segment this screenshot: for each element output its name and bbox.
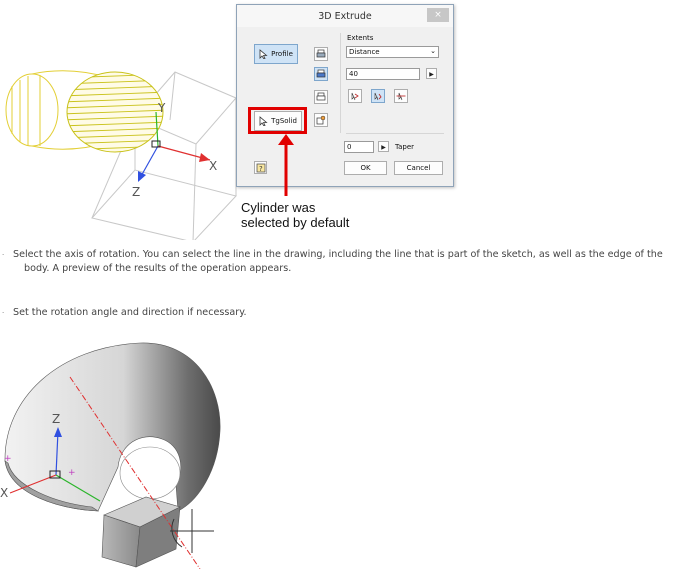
svg-text:+: + — [68, 468, 76, 478]
step-list-item: · Set the rotation angle and direction i… — [0, 306, 695, 322]
extents-label: Extents — [347, 34, 374, 42]
direction-both-icon — [396, 92, 406, 101]
distance-expand-button[interactable]: ▶ — [426, 68, 437, 79]
taper-label: Taper — [395, 143, 415, 151]
callout-line-2: selected by default — [241, 215, 350, 230]
printer-icon — [316, 92, 326, 101]
profile-label: Profile — [271, 50, 293, 58]
triangle-right-icon: ▶ — [429, 71, 434, 78]
taper-expand-button[interactable]: ▶ — [378, 141, 389, 152]
printer-icon — [316, 69, 326, 78]
profile-button[interactable]: Profile — [254, 44, 298, 64]
axis-label-z: Z — [132, 185, 140, 199]
direction-button-3[interactable] — [394, 89, 408, 103]
revolved-ring — [4, 342, 221, 512]
distance-value: 40 — [349, 70, 358, 78]
svg-text:+: + — [4, 454, 12, 464]
extrude-mode-button-1[interactable] — [314, 47, 328, 61]
close-button[interactable]: × — [427, 8, 449, 22]
extents-select[interactable]: Distance ⌄ — [346, 46, 439, 58]
ok-label: OK — [360, 164, 371, 172]
callout-highlight-box — [248, 107, 307, 134]
callout-arrow — [278, 134, 294, 196]
callout-text: Cylinder was selected by default — [241, 200, 401, 230]
direction-button-1[interactable] — [348, 89, 362, 103]
extents-selected-value: Distance — [349, 48, 380, 56]
wireframe-extrude-illustration: Y X Z — [5, 70, 237, 240]
step-text-line-1: Select the axis of rotation. You can sel… — [13, 249, 663, 260]
end-block — [101, 496, 181, 568]
svg-text:?: ? — [259, 165, 263, 173]
step-text-line-1: Set the rotation angle and direction if … — [13, 307, 247, 318]
step-list-item: · Select the axis of rotation. You can s… — [0, 248, 695, 278]
dialog-title: 3D Extrude — [318, 11, 372, 22]
help-icon: ? — [256, 163, 265, 173]
chevron-down-icon: ⌄ — [430, 47, 436, 55]
group-separator — [346, 133, 444, 134]
axis-label-z: Z — [52, 412, 60, 426]
extrude-dialog: 3D Extrude × Profile TgSolid ? Extents D… — [236, 4, 454, 187]
cursor-arrow-icon — [259, 49, 268, 59]
sketch-shape-icon — [316, 115, 326, 125]
hatched-profile-circle — [66, 71, 164, 153]
help-button[interactable]: ? — [254, 161, 267, 174]
bullet-dot-icon: · — [2, 251, 5, 259]
triangle-right-icon: ▶ — [381, 144, 386, 151]
taper-input[interactable]: 0 — [344, 141, 374, 153]
callout-line-1: Cylinder was — [241, 200, 316, 215]
bullet-dot-icon: · — [2, 309, 5, 317]
group-separator — [340, 33, 341, 133]
cancel-label: Cancel — [406, 164, 431, 172]
ok-button[interactable]: OK — [344, 161, 387, 175]
axis-label-x: X — [0, 486, 8, 500]
direction-button-2[interactable] — [371, 89, 385, 103]
direction-arrow-icon — [351, 92, 359, 101]
axis-label-x: X — [209, 159, 217, 173]
revolved-solid-illustration: + + Z X — [0, 342, 221, 569]
taper-value: 0 — [347, 143, 352, 151]
direction-arrow-icon — [374, 92, 382, 101]
step-text-line-2: body. A preview of the results of the op… — [24, 263, 292, 274]
axis-label-y: Y — [157, 101, 166, 115]
dialog-titlebar: 3D Extrude × — [237, 5, 453, 27]
printer-icon — [316, 49, 326, 58]
extrude-mode-button-3[interactable] — [314, 90, 328, 104]
distance-input[interactable]: 40 — [346, 68, 420, 80]
extrude-mode-button-2[interactable] — [314, 67, 328, 81]
extrude-mode-button-4[interactable] — [314, 113, 328, 127]
cancel-button[interactable]: Cancel — [394, 161, 443, 175]
